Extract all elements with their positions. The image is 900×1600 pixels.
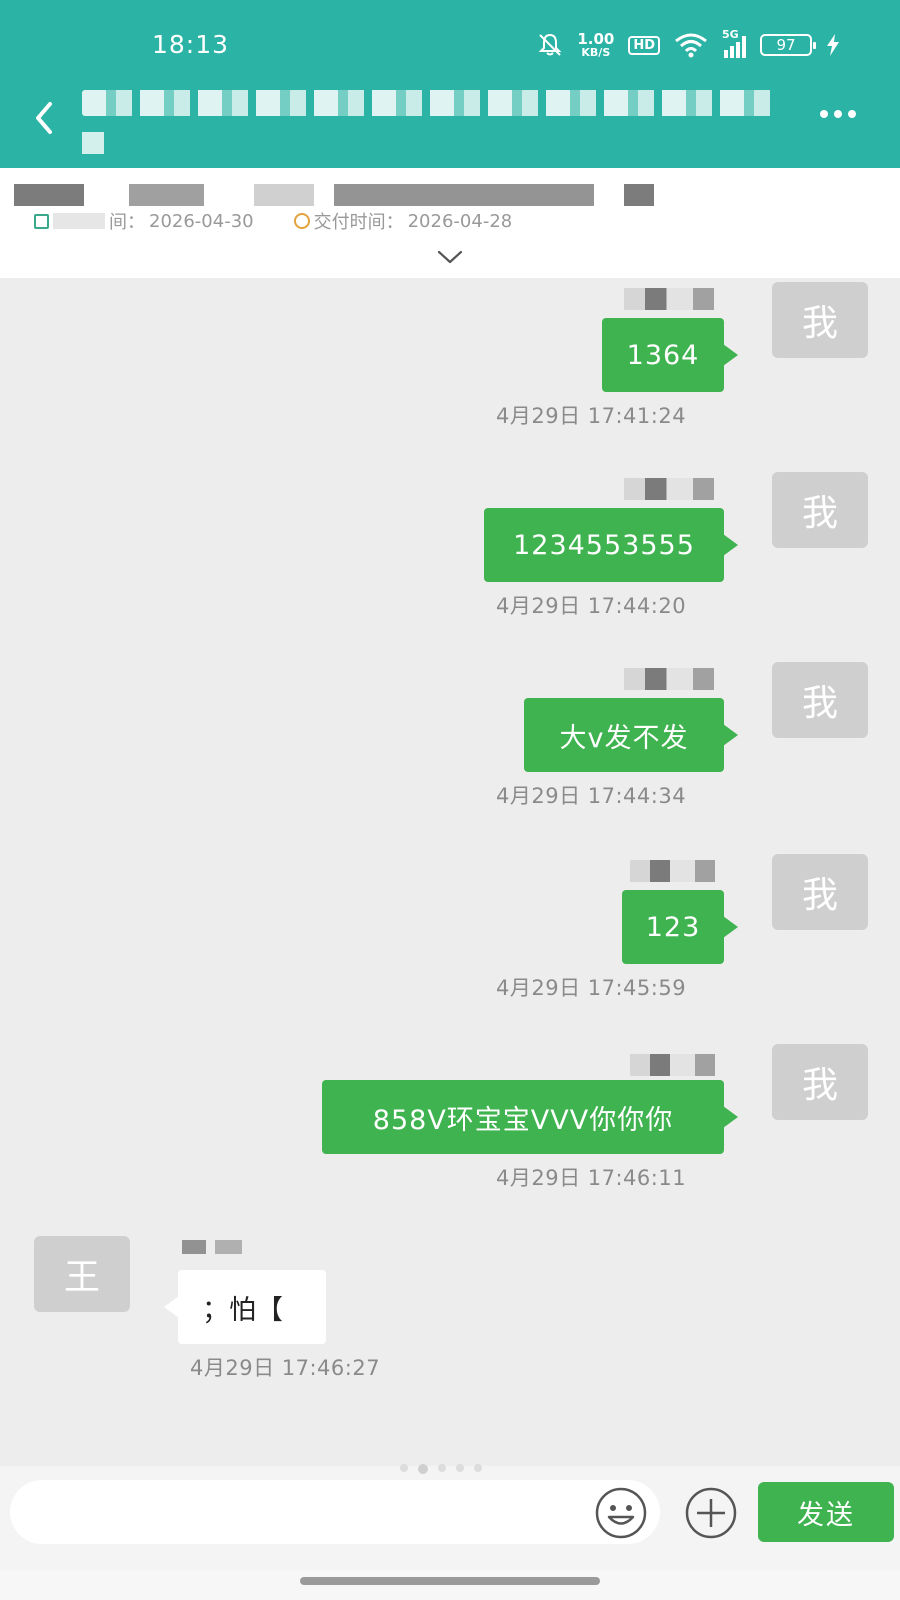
more-horizontal-icon <box>820 110 828 118</box>
more-button[interactable] <box>820 104 864 124</box>
status-time: 18:13 <box>152 30 230 59</box>
message-time: 4月29日 17:44:34 <box>496 784 687 808</box>
message-time: 4月29日 17:41:24 <box>496 404 687 428</box>
order-info-panel: 间： 2026-04-30 交付时间： 2026-04-28 <box>0 168 900 278</box>
redacted-sender-name <box>624 478 730 500</box>
back-button[interactable] <box>30 98 60 138</box>
plus-circle-icon[interactable] <box>684 1486 738 1540</box>
smile-icon[interactable] <box>594 1486 648 1540</box>
system-nav-area <box>0 1570 900 1600</box>
status-icons: 1.00 KB/S HD 5G 97 <box>537 28 840 60</box>
message-time: 4月29日 17:44:20 <box>496 594 687 618</box>
message-bubble[interactable]: 123 <box>622 890 738 964</box>
message-time: 4月29日 17:46:27 <box>190 1356 381 1380</box>
chevron-left-icon <box>36 102 52 134</box>
avatar-self[interactable]: 我 <box>772 1044 868 1120</box>
redacted-sender-name <box>630 860 730 882</box>
chevron-down-icon[interactable] <box>436 248 464 266</box>
calendar-icon <box>34 213 49 229</box>
redacted-sender-name <box>624 288 730 310</box>
message-input[interactable] <box>10 1480 660 1544</box>
redacted-sender-name <box>624 668 730 690</box>
battery-indicator: 97 <box>760 34 816 56</box>
avatar-self[interactable]: 我 <box>772 472 868 548</box>
redacted-sender-name <box>182 1240 242 1254</box>
avatar-contact[interactable]: 王 <box>34 1236 130 1312</box>
chat-screen: 18:13 1.00 KB/S HD 5G 97 间： 2026-04-30 交… <box>0 0 900 1600</box>
wifi-icon <box>675 33 707 58</box>
page-indicator <box>400 1464 482 1474</box>
delivery-date: 交付时间： 2026-04-28 <box>293 208 512 234</box>
mute-icon <box>538 33 562 56</box>
redacted-project-name <box>14 184 654 206</box>
message-bubble[interactable]: 858V环宝宝VVV你你你 <box>322 1080 738 1154</box>
message-bubble[interactable]: ；怕【 <box>164 1270 326 1344</box>
message-time: 4月29日 17:45:59 <box>496 976 687 1000</box>
hd-badge: HD <box>628 35 660 55</box>
avatar-self[interactable]: 我 <box>772 854 868 930</box>
avatar-self[interactable]: 我 <box>772 662 868 738</box>
home-indicator[interactable] <box>300 1577 600 1585</box>
message-bubble[interactable]: 大v发不发 <box>524 698 738 772</box>
redacted-title-tail <box>82 132 104 154</box>
message-bubble[interactable]: 1364 <box>602 318 738 392</box>
send-button[interactable]: 发送 <box>758 1482 894 1542</box>
redacted-sender-name <box>630 1054 730 1076</box>
redacted-label <box>53 213 105 229</box>
start-date: 间： 2026-04-30 <box>34 208 254 234</box>
alarm-clock-icon <box>293 213 310 229</box>
signal-icon: 5G <box>722 28 746 58</box>
charging-icon <box>827 34 839 56</box>
redacted-title <box>82 90 772 116</box>
header: 18:13 1.00 KB/S HD 5G 97 <box>0 0 900 168</box>
message-time: 4月29日 17:46:11 <box>496 1166 687 1190</box>
chat-title <box>82 86 802 156</box>
net-speed: 1.00 KB/S <box>577 30 615 59</box>
avatar-self[interactable]: 我 <box>772 282 868 358</box>
message-bubble[interactable]: 1234553555 <box>484 508 738 582</box>
order-dates: 间： 2026-04-30 交付时间： 2026-04-28 <box>34 208 512 234</box>
